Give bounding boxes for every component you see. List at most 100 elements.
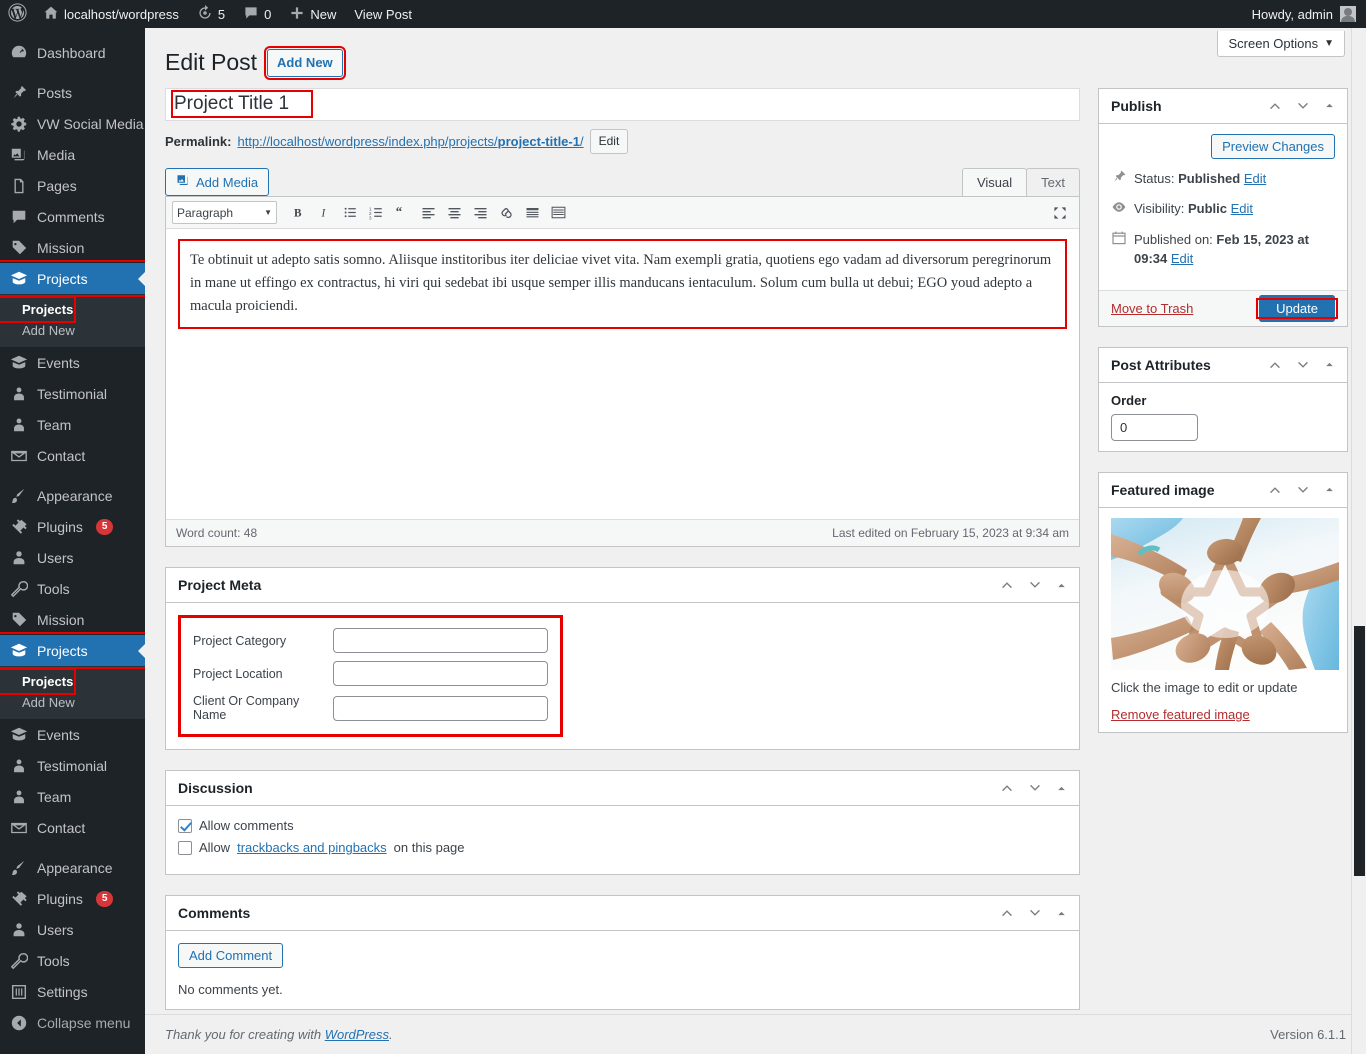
sidebar-item-testimonial-2[interactable]: Testimonial <box>0 750 145 781</box>
new-content-button[interactable]: New <box>280 0 345 28</box>
fullscreen-icon[interactable] <box>1047 201 1073 225</box>
collapse-menu-button[interactable]: Collapse menu <box>0 1007 145 1038</box>
published-edit-link[interactable]: Edit <box>1171 251 1193 266</box>
add-media-button[interactable]: Add Media <box>165 168 270 197</box>
update-button[interactable]: Update <box>1259 294 1335 322</box>
move-up-icon[interactable] <box>1268 358 1282 372</box>
sidebar-subitem-projects-2[interactable]: Projects <box>0 668 77 695</box>
wordpress-link[interactable]: WordPress <box>325 1027 389 1042</box>
screen-options-button[interactable]: Screen Options ▼ <box>1217 31 1345 57</box>
sidebar-item-tools-2[interactable]: Tools <box>0 945 145 976</box>
sidebar-item-posts[interactable]: Posts <box>0 77 145 108</box>
admin-sidebar-menu[interactable]: Dashboard Posts VW Social Media Media Pa… <box>0 28 145 1054</box>
tab-text[interactable]: Text <box>1026 168 1080 197</box>
allow-comments-checkbox[interactable] <box>178 818 192 833</box>
toggle-panel-icon[interactable] <box>1324 359 1335 370</box>
allow-comments-row[interactable]: Allow comments <box>178 818 1067 833</box>
tab-visual[interactable]: Visual <box>961 168 1028 197</box>
sidebar-item-dashboard[interactable]: Dashboard <box>0 37 145 68</box>
post-title-input[interactable]: Project Title 1 <box>165 87 1080 121</box>
updates-link[interactable]: 5 <box>188 0 234 28</box>
sidebar-item-settings[interactable]: Settings <box>0 976 145 1007</box>
trackbacks-link[interactable]: trackbacks and pingbacks <box>237 840 387 855</box>
sidebar-item-projects-2[interactable]: Projects <box>0 632 145 669</box>
sidebar-item-projects[interactable]: Projects <box>0 260 145 297</box>
toggle-panel-icon[interactable] <box>1324 100 1335 111</box>
toolbar-toggle-icon[interactable] <box>545 201 571 225</box>
sidebar-item-mission-2[interactable]: Mission <box>0 604 145 635</box>
read-more-icon[interactable] <box>519 201 545 225</box>
project-location-input[interactable] <box>333 661 548 687</box>
sidebar-item-tools[interactable]: Tools <box>0 573 145 604</box>
paragraph-format-select[interactable]: Paragraph ▼ <box>172 201 277 225</box>
sidebar-item-plugins-2[interactable]: Plugins 5 <box>0 883 145 914</box>
add-new-button[interactable]: Add New <box>264 45 346 81</box>
move-down-icon[interactable] <box>1296 99 1310 113</box>
order-input[interactable]: 0 <box>1111 413 1198 441</box>
permalink-link[interactable]: http://localhost/wordpress/index.php/pro… <box>237 134 583 149</box>
comments-link[interactable]: 0 <box>234 0 280 28</box>
sidebar-item-events[interactable]: Events <box>0 347 145 378</box>
wordpress-logo-button[interactable] <box>0 0 34 28</box>
sidebar-item-users-2[interactable]: Users <box>0 914 145 945</box>
move-up-icon[interactable] <box>1000 906 1014 920</box>
sidebar-item-contact[interactable]: Contact <box>0 440 145 471</box>
sidebar-item-mission[interactable]: Mission <box>0 232 145 263</box>
sidebar-item-plugins[interactable]: Plugins 5 <box>0 511 145 542</box>
align-center-icon[interactable] <box>441 201 467 225</box>
toggle-panel-icon[interactable] <box>1056 908 1067 919</box>
permalink-edit-button[interactable]: Edit <box>589 128 629 155</box>
toggle-panel-icon[interactable] <box>1056 580 1067 591</box>
sidebar-item-events-2[interactable]: Events <box>0 719 145 750</box>
sidebar-subitem-add-new[interactable]: Add New <box>0 320 145 341</box>
sidebar-item-team[interactable]: Team <box>0 409 145 440</box>
move-up-icon[interactable] <box>1000 578 1014 592</box>
move-down-icon[interactable] <box>1028 906 1042 920</box>
move-down-icon[interactable] <box>1028 781 1042 795</box>
site-name-link[interactable]: localhost/wordpress <box>34 0 188 28</box>
sidebar-item-team-2[interactable]: Team <box>0 781 145 812</box>
editor-content-area[interactable]: Te obtinuit ut adepto satis somno. Aliis… <box>166 229 1079 520</box>
move-down-icon[interactable] <box>1296 483 1310 497</box>
toggle-panel-icon[interactable] <box>1056 783 1067 794</box>
sidebar-subitem-projects[interactable]: Projects <box>0 296 77 323</box>
sidebar-item-media[interactable]: Media <box>0 139 145 170</box>
sidebar-item-testimonial[interactable]: Testimonial <box>0 378 145 409</box>
bulleted-list-icon[interactable] <box>337 201 363 225</box>
preview-changes-button[interactable]: Preview Changes <box>1211 133 1335 159</box>
client-company-input[interactable] <box>333 695 548 721</box>
project-category-input[interactable] <box>333 628 548 654</box>
numbered-list-icon[interactable]: 123 <box>363 201 389 225</box>
sidebar-item-appearance[interactable]: Appearance <box>0 480 145 511</box>
link-icon[interactable] <box>493 201 519 225</box>
sidebar-item-appearance-2[interactable]: Appearance <box>0 852 145 883</box>
page-scrollbar[interactable] <box>1351 28 1366 1054</box>
status-edit-link[interactable]: Edit <box>1244 171 1266 186</box>
remove-featured-image-link[interactable]: Remove featured image <box>1111 707 1250 722</box>
blockquote-icon[interactable]: “ <box>389 201 415 225</box>
move-up-icon[interactable] <box>1268 99 1282 113</box>
move-up-icon[interactable] <box>1000 781 1014 795</box>
move-down-icon[interactable] <box>1296 358 1310 372</box>
account-menu[interactable]: Howdy, admin <box>1252 6 1366 22</box>
allow-trackbacks-row[interactable]: Allow trackbacks and pingbacks on this p… <box>178 840 1067 855</box>
scrollbar-thumb[interactable] <box>1354 626 1365 876</box>
italic-icon[interactable]: I <box>311 201 337 225</box>
sidebar-item-users[interactable]: Users <box>0 542 145 573</box>
sidebar-item-contact-2[interactable]: Contact <box>0 812 145 843</box>
featured-image-thumbnail[interactable] <box>1111 517 1339 670</box>
sidebar-item-pages[interactable]: Pages <box>0 170 145 201</box>
toggle-panel-icon[interactable] <box>1324 484 1335 495</box>
bold-icon[interactable]: B <box>285 201 311 225</box>
align-left-icon[interactable] <box>415 201 441 225</box>
view-post-link[interactable]: View Post <box>345 0 421 28</box>
allow-trackbacks-checkbox[interactable] <box>178 840 192 855</box>
align-right-icon[interactable] <box>467 201 493 225</box>
move-down-icon[interactable] <box>1028 578 1042 592</box>
move-up-icon[interactable] <box>1268 483 1282 497</box>
sidebar-item-vw-social-media[interactable]: VW Social Media <box>0 108 145 139</box>
add-comment-button[interactable]: Add Comment <box>178 943 284 969</box>
visibility-edit-link[interactable]: Edit <box>1231 201 1253 216</box>
move-to-trash-link[interactable]: Move to Trash <box>1111 301 1193 316</box>
sidebar-subitem-add-new-2[interactable]: Add New <box>0 692 145 713</box>
